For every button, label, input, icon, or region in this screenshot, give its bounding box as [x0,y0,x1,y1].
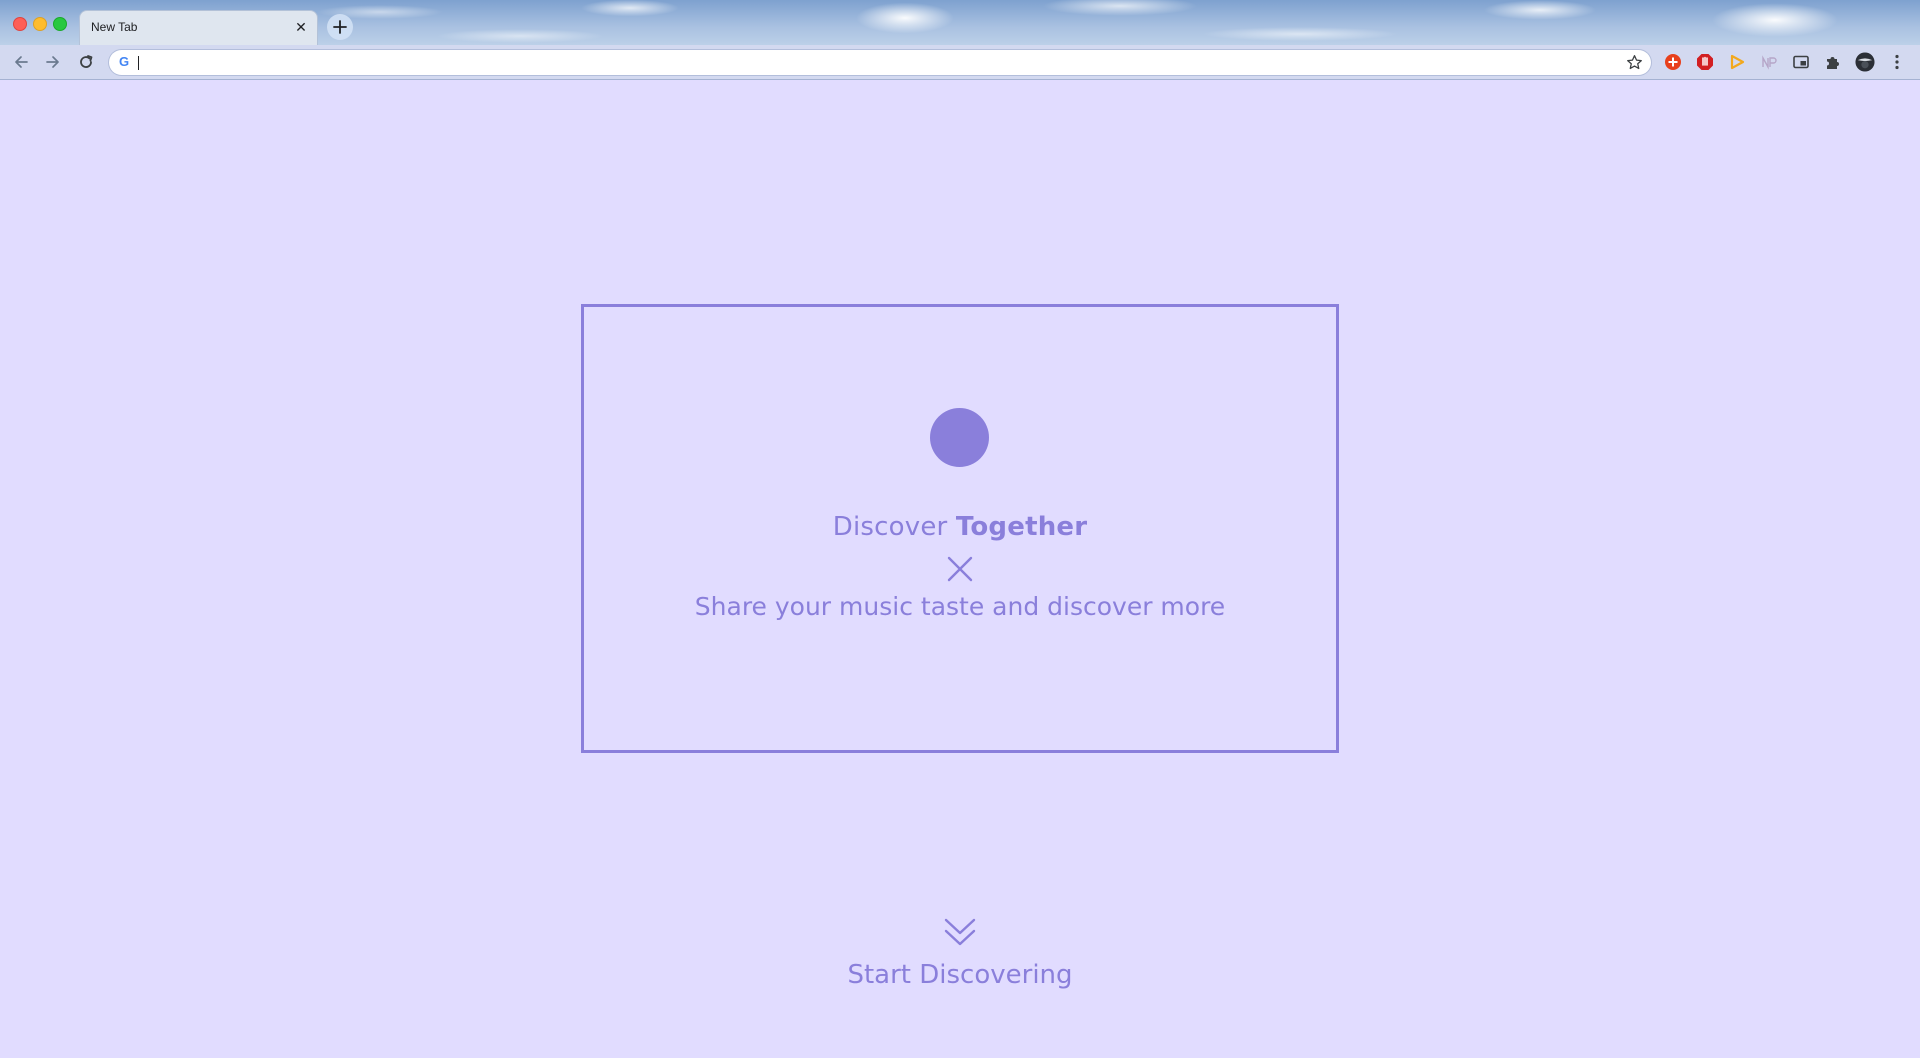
extension-play-icon[interactable] [1727,52,1747,72]
hero-logo-circle [930,408,989,467]
extension-adblock-icon[interactable] [1695,52,1715,72]
back-button[interactable] [10,51,32,73]
tab-close-icon[interactable]: ✕ [293,20,309,36]
double-chevron-down-icon[interactable] [943,917,977,949]
browser-window: New Tab ✕ G Discover Together Share your… [0,0,1920,1058]
address-bar[interactable]: G [109,50,1651,75]
reload-button[interactable] [75,51,97,73]
tab-title: New Tab [91,20,138,34]
hero-title: Discover Together [581,512,1339,542]
forward-button[interactable] [42,51,64,73]
window-minimize-button[interactable] [33,17,47,31]
arrow-left-icon [15,56,28,68]
hero-title-bold: Together [955,512,1088,542]
browser-toolbar: G [0,45,1920,80]
extensions-puzzle-icon[interactable] [1823,52,1843,72]
window-maximize-button[interactable] [53,17,67,31]
browser-menu-icon[interactable] [1887,52,1907,72]
google-icon: G [119,54,130,69]
new-tab-button[interactable] [327,14,353,40]
tab-strip: New Tab ✕ [0,0,1920,45]
extension-red-plus-icon[interactable] [1663,52,1683,72]
arrow-right-icon [46,56,59,68]
extension-np-icon[interactable] [1759,52,1779,72]
text-caret [138,56,139,70]
extension-picture-in-picture-icon[interactable] [1791,52,1811,72]
start-discovering-link[interactable]: Start Discovering [760,960,1160,990]
profile-avatar[interactable] [1855,52,1875,72]
tab-new-tab[interactable]: New Tab ✕ [79,10,318,45]
close-icon [947,556,973,582]
reload-icon [80,55,93,68]
plus-icon [333,20,347,34]
bookmark-star-icon[interactable] [1626,54,1643,71]
hero-title-light: Discover [832,512,948,542]
hero-subtitle: Share your music taste and discover more [694,592,1226,621]
window-close-button[interactable] [13,17,27,31]
address-input[interactable] [137,53,1601,74]
